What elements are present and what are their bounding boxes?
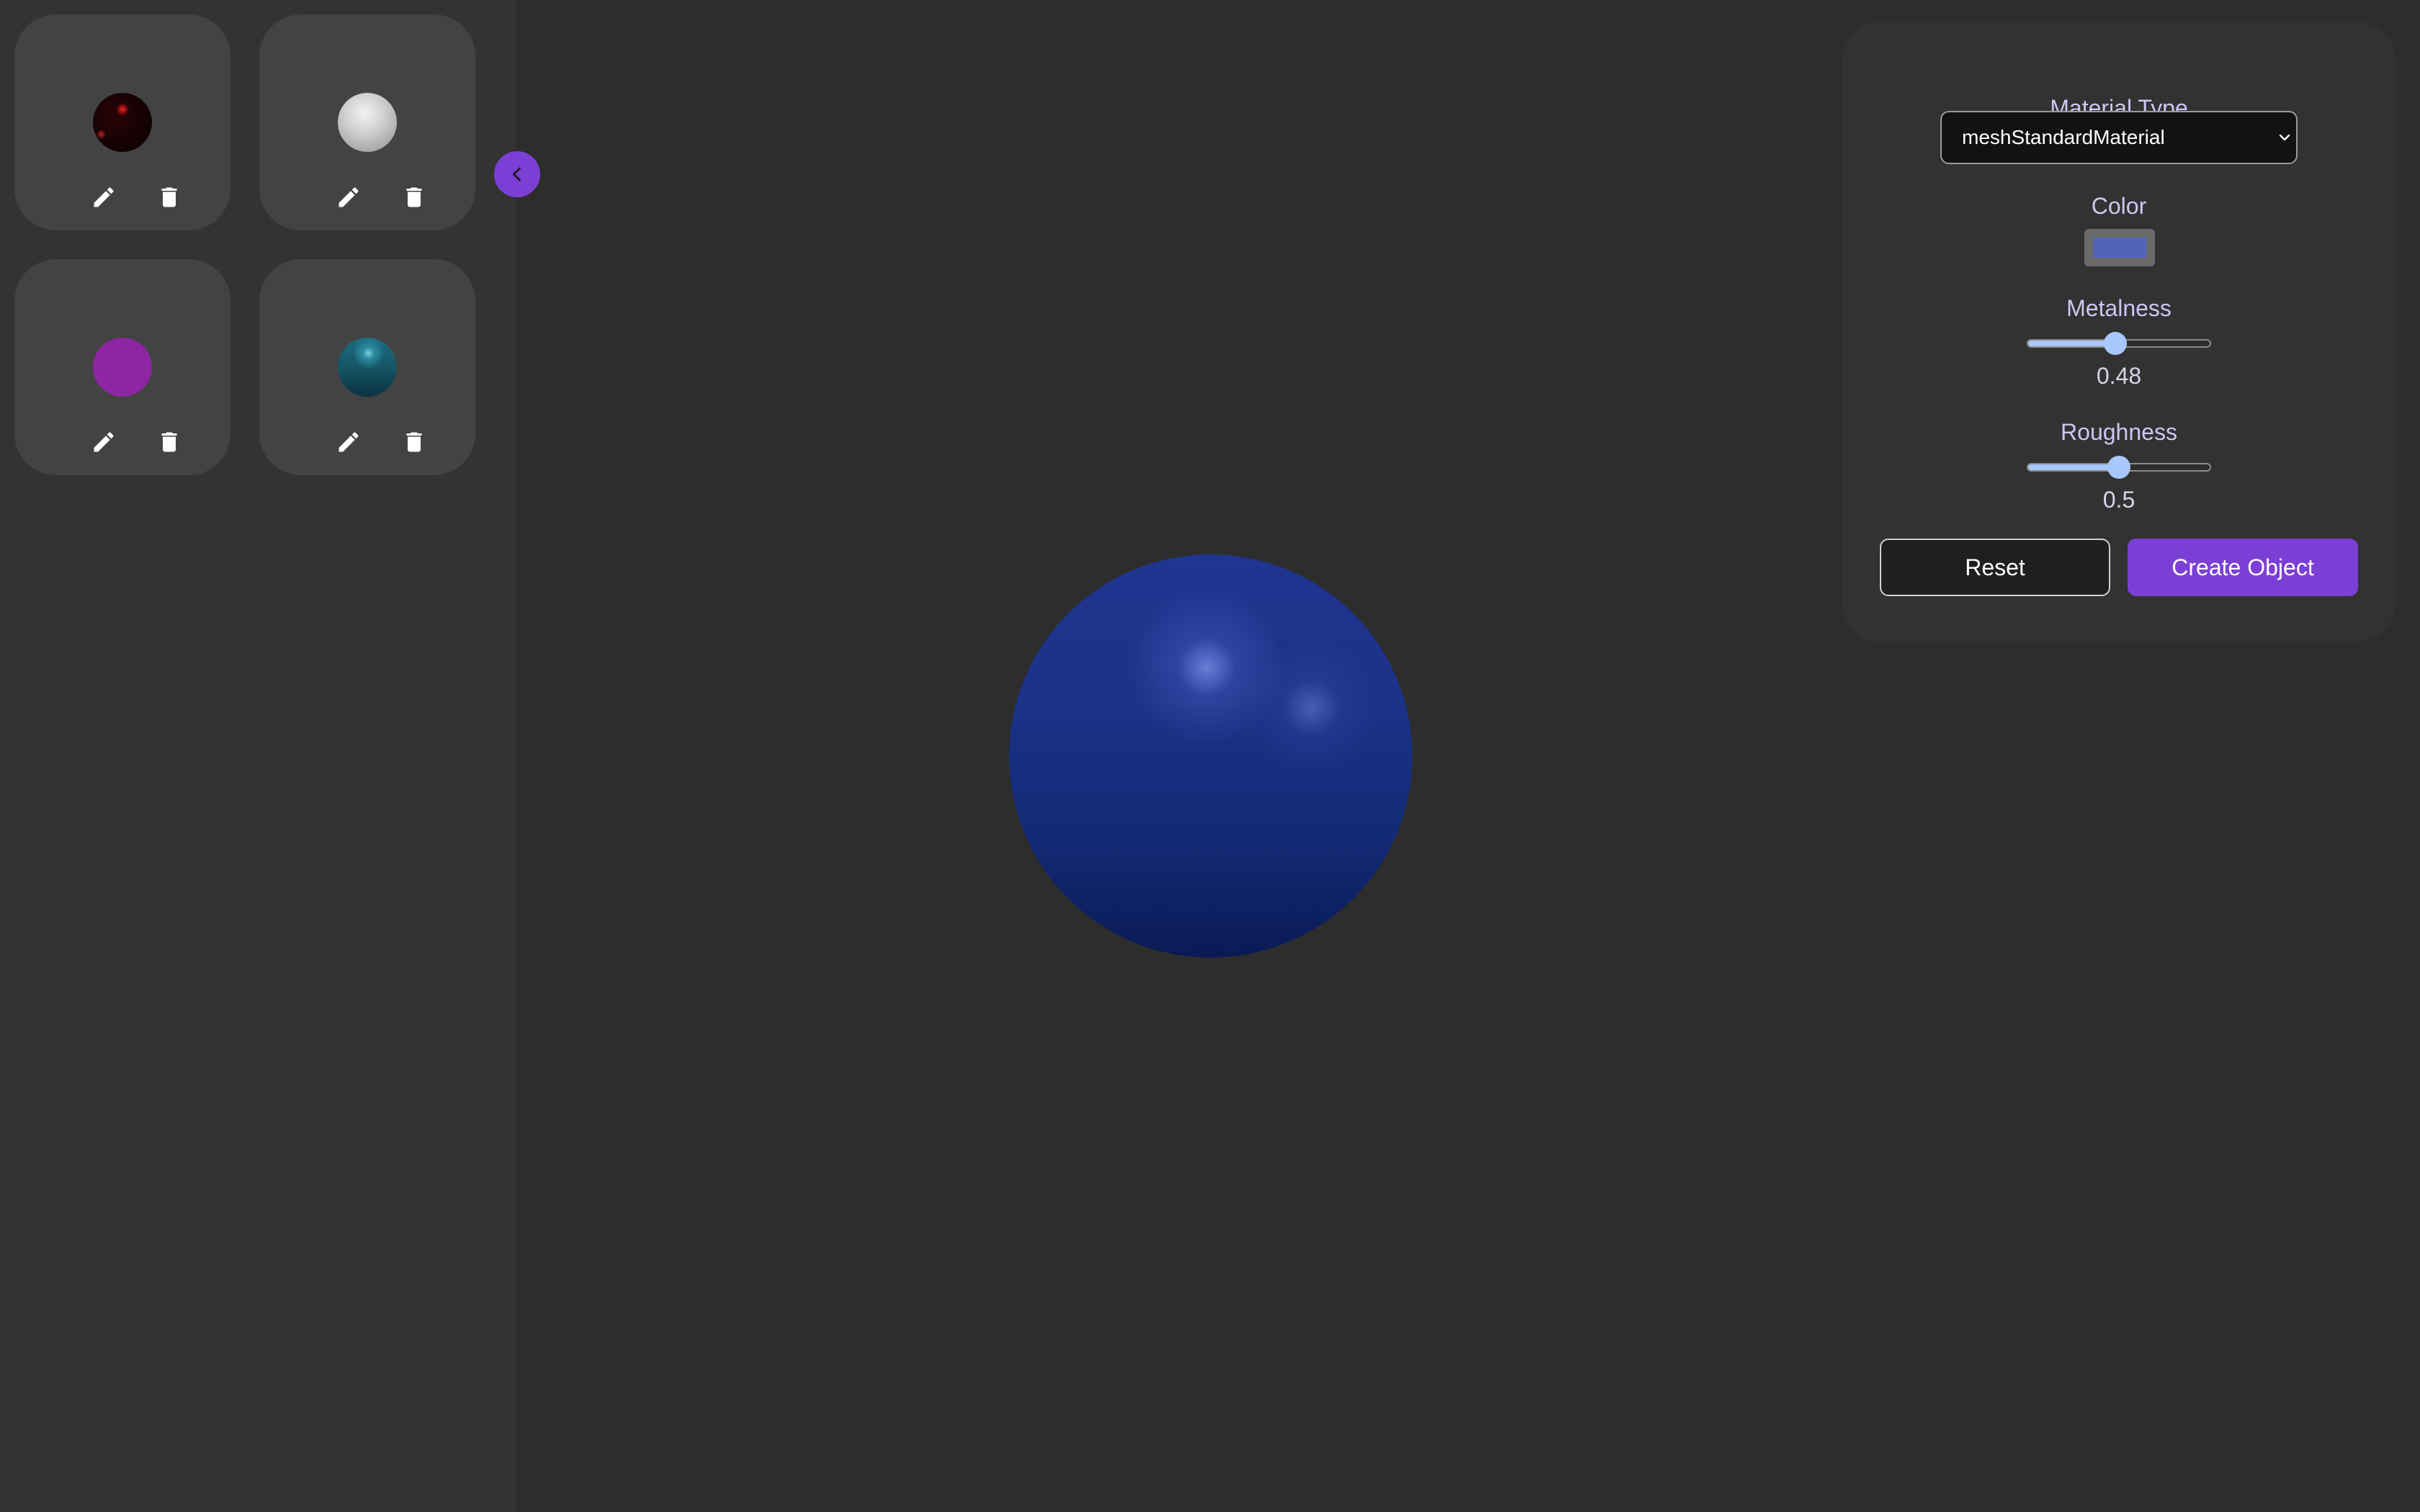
app-root: Material Type meshStandardMaterial Color… [0,0,2420,1512]
silver-sphere-thumbnail [338,93,397,152]
material-type-select[interactable]: meshStandardMaterial [1940,111,2298,164]
edit-button[interactable] [86,180,121,215]
purple-sphere-thumbnail [93,338,152,397]
pencil-icon [339,187,359,207]
pencil-icon [339,432,359,452]
roughness-fill [2028,464,2119,470]
object-card[interactable] [14,14,230,230]
edit-button[interactable] [331,180,366,215]
trash-icon [161,187,177,207]
metalness-fill [2028,341,2115,346]
metalness-thumb[interactable] [2103,332,2127,355]
edit-button[interactable] [86,425,121,459]
delete-button[interactable] [397,425,431,459]
object-card[interactable] [14,259,230,475]
roughness-thumb[interactable] [2107,456,2130,479]
material-panel: Material Type meshStandardMaterial Color… [1842,22,2396,642]
metalness-label: Metalness [2066,295,2172,321]
object-card[interactable] [259,14,475,230]
teal-sphere-thumbnail [338,338,397,397]
edit-button[interactable] [331,425,366,459]
color-label: Color [2091,193,2147,219]
trash-icon [161,432,177,452]
pencil-icon [94,432,114,452]
metalness-value: 0.48 [2096,363,2142,389]
color-swatch-fill [2093,238,2146,258]
chevron-down-icon [2279,134,2290,141]
trash-icon [406,432,422,452]
pencil-icon [94,187,114,207]
metalness-slider[interactable] [2027,329,2211,358]
create-object-button[interactable]: Create Object [2128,539,2358,596]
delete-button[interactable] [152,425,187,459]
reset-button[interactable]: Reset [1880,539,2110,596]
delete-button[interactable] [397,180,431,215]
preview-sphere[interactable] [1009,554,1412,958]
roughness-value: 0.5 [2102,487,2136,513]
delete-button[interactable] [152,180,187,215]
dark-red-sphere-thumbnail [93,93,152,152]
roughness-slider[interactable] [2027,453,2211,482]
material-type-value: meshStandardMaterial [1962,126,2165,148]
roughness-label: Roughness [2061,419,2177,445]
trash-icon [406,187,422,207]
objects-sidebar [0,0,516,1512]
color-picker[interactable] [2084,229,2155,266]
object-card[interactable] [259,259,475,475]
